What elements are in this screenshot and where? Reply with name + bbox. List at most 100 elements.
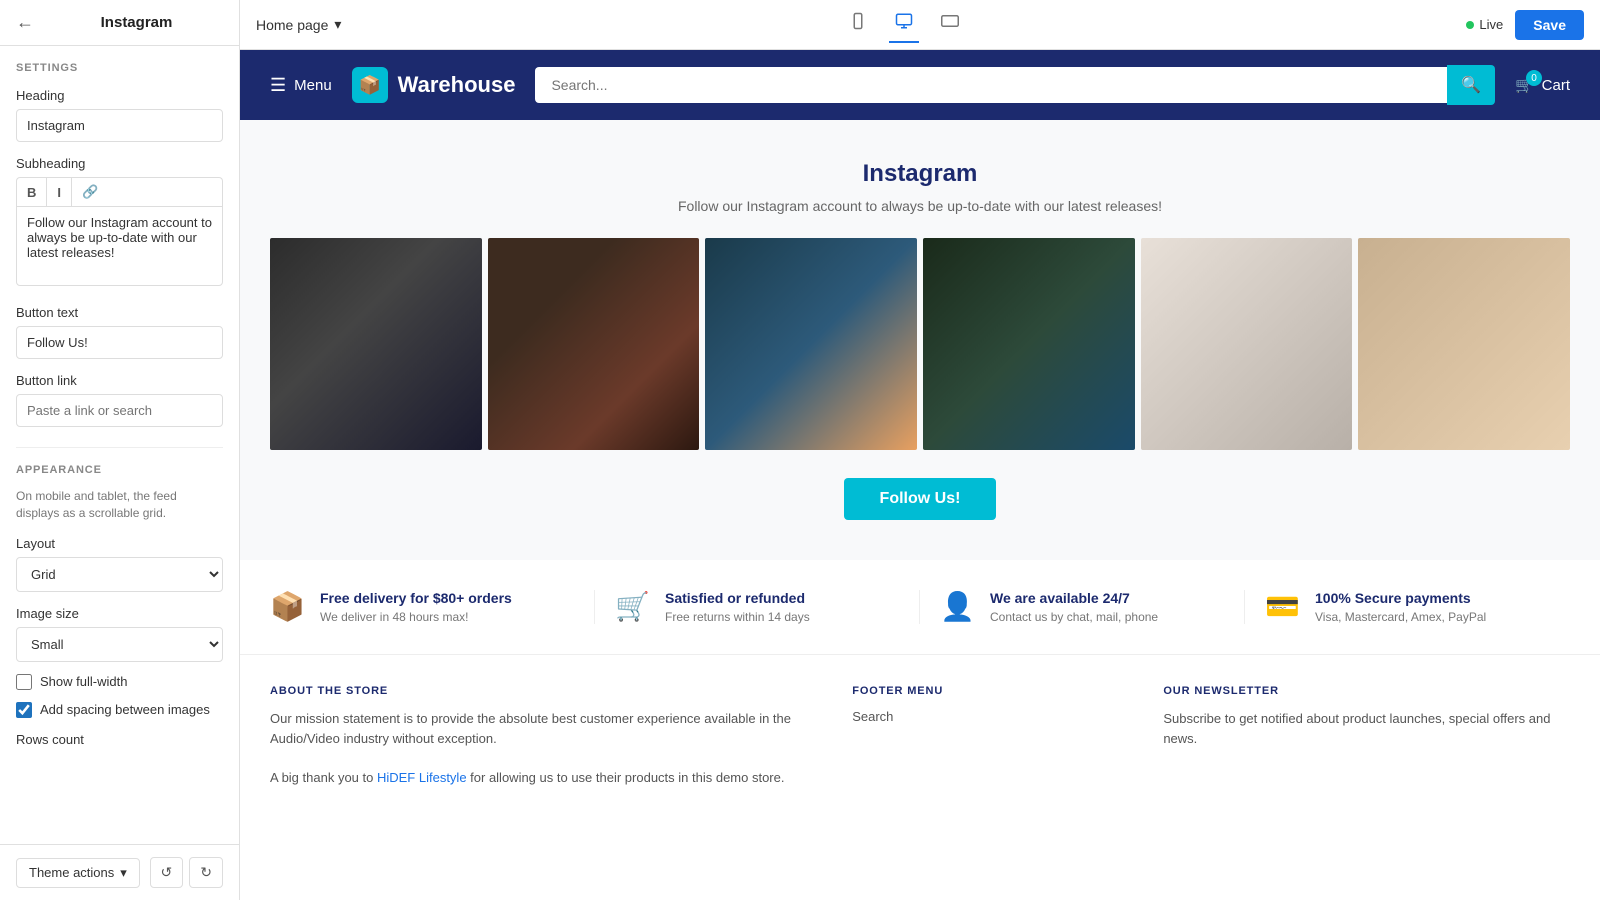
footer-menu-search[interactable]: Search [852,709,1123,724]
live-label: Live [1479,17,1503,32]
button-text-input[interactable] [16,326,223,359]
follow-button[interactable]: Follow Us! [844,478,997,520]
device-switcher [843,6,965,43]
show-full-width-label: Show full-width [40,674,127,689]
add-spacing-row: Add spacing between images [16,702,223,718]
footer-newsletter-title: OUR NEWSLETTER [1163,685,1570,697]
delivery-title: Free delivery for $80+ orders [320,590,512,606]
italic-button[interactable]: I [47,178,72,206]
feature-item-payments: 💳 100% Secure payments Visa, Mastercard,… [1245,590,1570,624]
search-submit-button[interactable]: 🔍 [1447,65,1495,105]
top-bar: Home page ▾ Live Save [240,0,1600,50]
sidebar-header: ← Instagram [0,0,239,46]
payments-title: 100% Secure payments [1315,590,1486,606]
sidebar-title: Instagram [46,14,227,31]
store-logo: 📦 Warehouse [352,67,516,103]
live-dot-icon [1466,21,1474,29]
appearance-section: APPEARANCE On mobile and tablet, the fee… [16,447,223,747]
desktop-view-button[interactable] [889,6,919,43]
save-button[interactable]: Save [1515,10,1584,40]
feature-text-returns: Satisfied or refunded Free returns withi… [665,590,810,624]
footer-section: ABOUT THE STORE Our mission statement is… [240,654,1600,819]
delivery-icon: 📦 [270,590,306,623]
delivery-desc: We deliver in 48 hours max! [320,610,512,624]
feature-text-support: We are available 24/7 Contact us by chat… [990,590,1158,624]
instagram-section: Instagram Follow our Instagram account t… [240,120,1600,560]
appearance-label: APPEARANCE [16,464,223,476]
bold-button[interactable]: B [17,178,47,206]
instagram-image-4 [923,238,1135,450]
features-strip: 📦 Free delivery for $80+ orders We deliv… [240,560,1600,654]
store-menu-label: Menu [294,77,332,94]
theme-actions-label: Theme actions [29,865,114,880]
instagram-image-6 [1358,238,1570,450]
sidebar-body: SETTINGS Heading Subheading B I 🔗 Follow… [0,46,239,844]
store-menu-button[interactable]: ☰ Menu [270,75,332,96]
payments-icon: 💳 [1265,590,1301,623]
store-search: 🔍 [535,65,1495,105]
button-link-input[interactable] [16,394,223,427]
footer-icon-actions: ↺ ↻ [150,857,223,888]
instagram-image-3 [705,238,917,450]
settings-section-label: SETTINGS [16,62,223,74]
footer-about-text1: Our mission statement is to provide the … [270,709,812,751]
chevron-down-icon: ▾ [120,865,127,881]
show-full-width-row: Show full-width [16,674,223,690]
store-header: ☰ Menu 📦 Warehouse 🔍 0 🛒 Cart [240,50,1600,120]
feature-item-returns: 🛒 Satisfied or refunded Free returns wit… [595,590,920,624]
image-size-select[interactable]: Small Medium Large [16,627,223,662]
search-icon: 🔍 [1461,77,1481,94]
show-full-width-checkbox[interactable] [16,674,32,690]
instagram-image-1 [270,238,482,450]
instagram-heading: Instagram [270,160,1570,188]
store-logo-icon: 📦 [352,67,388,103]
mobile-view-button[interactable] [843,6,873,43]
cart-badge: 0 [1526,70,1542,86]
add-spacing-label: Add spacing between images [40,702,210,717]
live-indicator: Live [1466,17,1503,32]
heading-label: Heading [16,88,223,103]
subheading-label: Subheading [16,156,223,171]
widescreen-view-button[interactable] [935,6,965,43]
footer-newsletter-col: OUR NEWSLETTER Subscribe to get notified… [1163,685,1570,789]
button-text-label: Button text [16,305,223,320]
payments-desc: Visa, Mastercard, Amex, PayPal [1315,610,1486,624]
image-size-label: Image size [16,606,223,621]
instagram-subheading: Follow our Instagram account to always b… [270,198,1570,214]
sidebar: ← Instagram SETTINGS Heading Subheading … [0,0,240,900]
redo-button[interactable]: ↻ [189,857,223,888]
footer-about-link[interactable]: HiDEF Lifestyle [377,770,467,785]
feature-text-delivery: Free delivery for $80+ orders We deliver… [320,590,512,624]
layout-label: Layout [16,536,223,551]
appearance-desc: On mobile and tablet, the feed displays … [16,488,223,522]
cart-button[interactable]: 0 🛒 Cart [1515,76,1570,94]
instagram-grid [270,238,1570,450]
footer-about-text2: A big thank you to HiDEF Lifestyle for a… [270,768,812,789]
rows-count-label: Rows count [16,732,223,747]
theme-actions-button[interactable]: Theme actions ▾ [16,858,140,888]
back-button[interactable]: ← [12,8,38,37]
support-desc: Contact us by chat, mail, phone [990,610,1158,624]
layout-select[interactable]: Grid List [16,557,223,592]
instagram-image-5 [1141,238,1353,450]
sidebar-footer: Theme actions ▾ ↺ ↻ [0,844,239,900]
footer-menu-col: FOOTER MENU Search [852,685,1123,789]
link-button[interactable]: 🔗 [72,178,108,206]
main-area: Home page ▾ Live Save [240,0,1600,900]
feature-item-support: 👤 We are available 24/7 Contact us by ch… [920,590,1245,624]
footer-newsletter-text: Subscribe to get notified about product … [1163,709,1570,751]
returns-desc: Free returns within 14 days [665,610,810,624]
returns-icon: 🛒 [615,590,651,623]
page-selector[interactable]: Home page ▾ [256,16,341,33]
hamburger-icon: ☰ [270,75,286,96]
page-chevron-icon: ▾ [334,16,341,33]
store-search-input[interactable] [535,67,1447,103]
feature-item-delivery: 📦 Free delivery for $80+ orders We deliv… [270,590,595,624]
subheading-textarea[interactable]: Follow our Instagram account to always b… [16,206,223,286]
add-spacing-checkbox[interactable] [16,702,32,718]
footer-menu-list: Search [852,709,1123,724]
feature-text-payments: 100% Secure payments Visa, Mastercard, A… [1315,590,1486,624]
cart-label: Cart [1542,77,1570,94]
undo-button[interactable]: ↺ [150,857,184,888]
heading-input[interactable] [16,109,223,142]
